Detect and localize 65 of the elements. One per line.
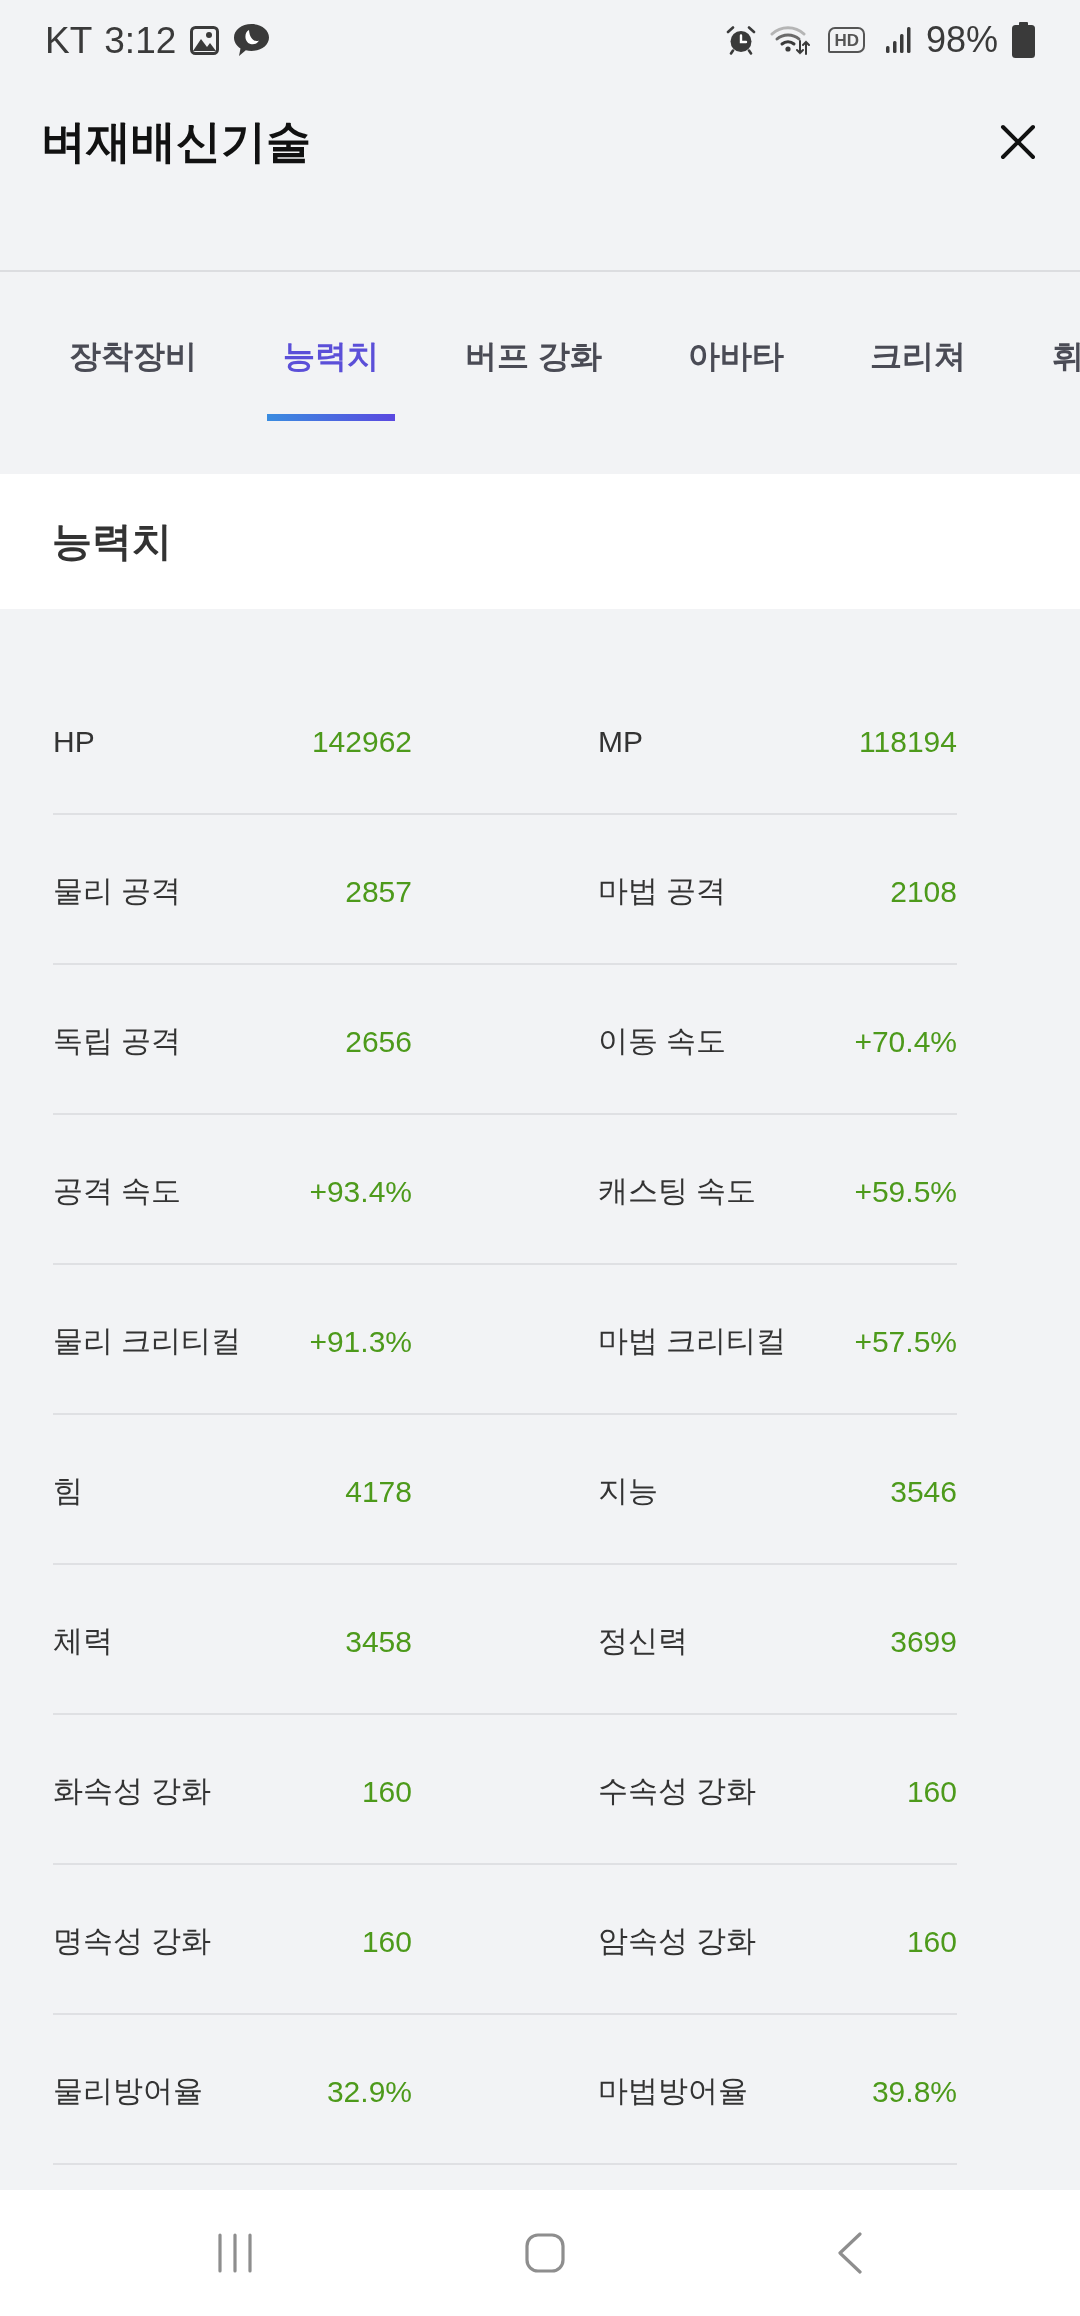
stat-label: 마법 크리티컬	[598, 1323, 787, 1359]
recent-apps-button[interactable]	[217, 2233, 253, 2273]
stat-label: 암속성 강화	[598, 1923, 757, 1959]
wifi-icon	[770, 25, 811, 55]
home-icon	[525, 2233, 565, 2273]
stat-label: 물리 크리티컬	[53, 1323, 242, 1359]
recent-apps-icon	[217, 2233, 253, 2273]
stat-value: +57.5%	[854, 1324, 957, 1359]
home-button[interactable]	[525, 2233, 565, 2273]
battery-icon	[1012, 22, 1035, 58]
stat-label: 독립 공격	[53, 1023, 182, 1059]
stat-value: 142962	[311, 724, 412, 759]
stat-label: 공격 속도	[53, 1173, 182, 1209]
stat-value: +70.4%	[854, 1024, 957, 1059]
tab[interactable]: 크리쳐	[853, 336, 982, 423]
stat-value: 3699	[890, 1624, 957, 1659]
stat-label: 이동 속도	[598, 1023, 727, 1059]
tab[interactable]: 장착장비	[53, 336, 213, 423]
stat-value: 160	[906, 1924, 957, 1959]
stat-label: 마법방어율	[598, 2073, 748, 2109]
stat-label: 체력	[53, 1623, 113, 1659]
stat-value: 39.8%	[871, 2074, 957, 2109]
picture-icon	[190, 25, 220, 55]
stat-value: 32.9%	[326, 2074, 412, 2109]
stat-value: 4178	[345, 1474, 412, 1509]
stat-label: 지능	[598, 1473, 658, 1509]
hd-voice-badge: HD	[828, 27, 865, 53]
section-title: 능력치	[52, 518, 172, 565]
back-button[interactable]	[837, 2232, 863, 2274]
stat-value: 160	[361, 1924, 412, 1959]
stat-value: 2656	[345, 1024, 412, 1059]
stat-label: 수속성 강화	[598, 1773, 757, 1809]
chat-bubble-icon	[233, 23, 271, 57]
stat-value: 160	[361, 1774, 412, 1809]
back-icon	[837, 2232, 863, 2274]
stat-label: MP	[598, 724, 643, 759]
close-button[interactable]	[1000, 124, 1036, 160]
carrier-name: KT	[45, 21, 93, 59]
stat-label: HP	[53, 724, 95, 759]
battery-percent: 98%	[925, 22, 998, 58]
alarm-icon	[726, 25, 757, 55]
stat-value: +91.3%	[309, 1324, 412, 1359]
stat-label: 정신력	[598, 1623, 688, 1659]
stat-value: 3458	[345, 1624, 412, 1659]
stat-label: 힘	[53, 1473, 83, 1509]
close-icon	[1000, 124, 1036, 160]
stat-label: 마법 공격	[598, 873, 727, 909]
tab[interactable]: 아바타	[671, 336, 800, 423]
stat-value: 118194	[859, 724, 957, 759]
stat-value: +59.5%	[854, 1174, 957, 1209]
clock-time: 3:12	[104, 21, 177, 59]
page-title: 벼재배신기술	[41, 115, 311, 169]
stat-value: +93.4%	[309, 1174, 412, 1209]
signal-icon	[884, 26, 912, 54]
stat-label: 화속성 강화	[53, 1773, 212, 1809]
tab[interactable]: 능력치	[267, 336, 395, 423]
stat-value: 3546	[890, 1474, 957, 1509]
stat-value: 160	[906, 1774, 957, 1809]
stat-label: 물리방어율	[53, 2073, 203, 2109]
tab[interactable]: 버프 강화	[449, 336, 618, 423]
stat-value: 2857	[345, 874, 412, 909]
stat-value: 2108	[890, 874, 957, 909]
stat-label: 캐스팅 속도	[598, 1173, 757, 1209]
stat-label: 물리 공격	[53, 873, 182, 909]
stat-label: 명속성 강화	[53, 1923, 212, 1959]
